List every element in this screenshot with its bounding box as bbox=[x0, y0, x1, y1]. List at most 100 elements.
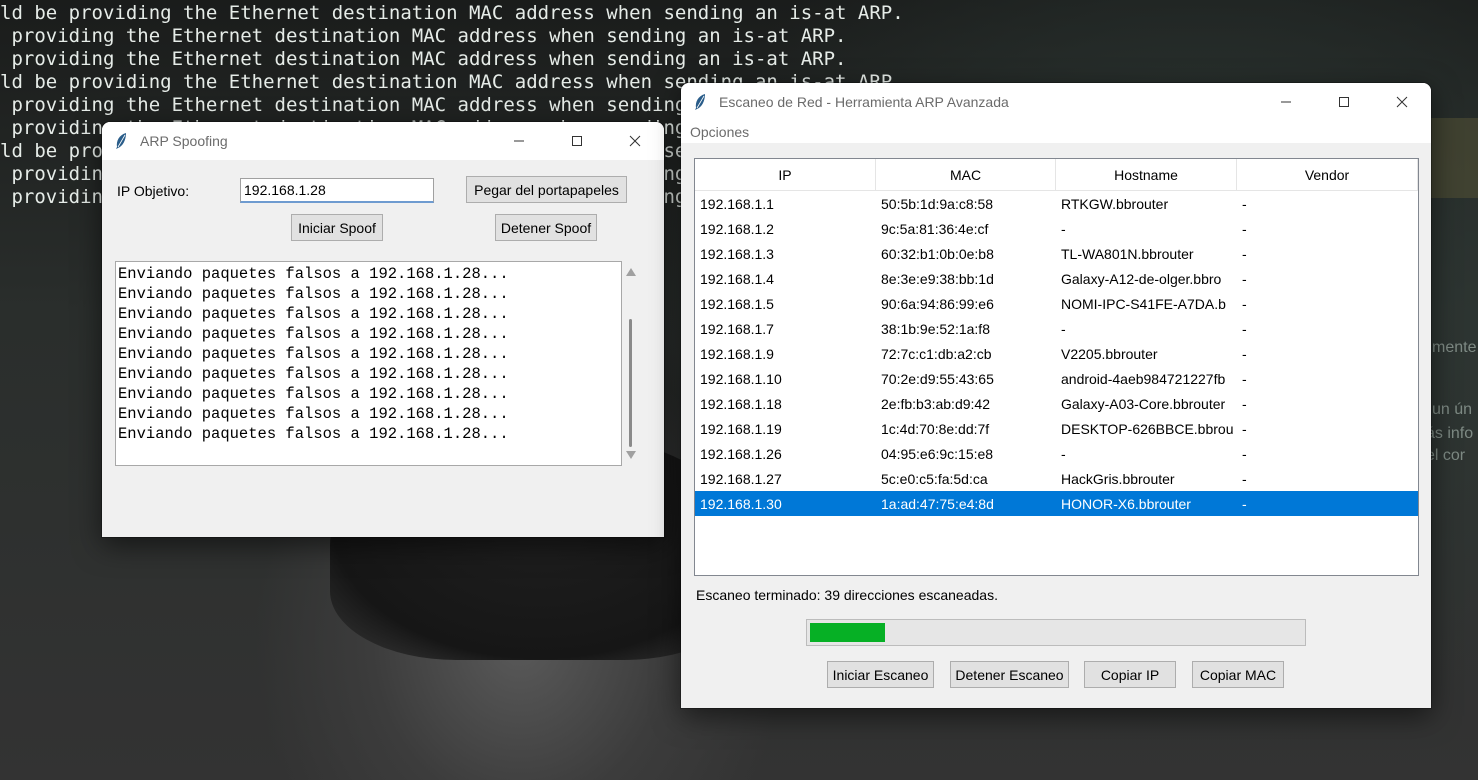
cell-mac: 50:5b:1d:9a:c8:58 bbox=[881, 195, 994, 212]
arp-spoofing-window: ARP Spoofing IP Objetivo: 192.168.1.28 P… bbox=[102, 122, 664, 537]
cell-vendor: - bbox=[1242, 445, 1247, 462]
column-header-vendor[interactable]: Vendor bbox=[1237, 159, 1418, 190]
log-scrollbar[interactable] bbox=[622, 261, 639, 466]
close-icon bbox=[1396, 96, 1408, 108]
close-button[interactable] bbox=[606, 122, 664, 160]
stop-spoof-button[interactable]: Detener Spoof bbox=[495, 214, 597, 241]
cell-ip: 192.168.1.30 bbox=[700, 495, 782, 512]
close-icon bbox=[629, 135, 641, 147]
cell-vendor: - bbox=[1242, 295, 1247, 312]
log-line: Enviando paquetes falsos a 192.168.1.28.… bbox=[118, 405, 509, 423]
log-line: Enviando paquetes falsos a 192.168.1.28.… bbox=[118, 325, 509, 343]
cell-vendor: - bbox=[1242, 320, 1247, 337]
scroll-thumb[interactable] bbox=[629, 319, 632, 447]
table-row-selected[interactable]: 192.168.1.30 1a:ad:47:75:e4:8d HONOR-X6.bb… bbox=[695, 491, 1418, 516]
cell-hostname: HackGris.bbrouter bbox=[1061, 470, 1175, 487]
menu-bar: Opciones bbox=[681, 121, 1431, 143]
cell-hostname: NOMI-IPC-S41FE-A7DA.b bbox=[1061, 295, 1226, 312]
scan-status: Escaneo terminado: 39 direcciones escane… bbox=[696, 587, 998, 603]
network-scanner-window: Escaneo de Red - Herramienta ARP Avanzad… bbox=[681, 83, 1431, 708]
cell-ip: 192.168.1.5 bbox=[700, 295, 774, 312]
maximize-icon bbox=[572, 136, 582, 146]
start-spoof-button[interactable]: Iniciar Spoof bbox=[291, 214, 383, 241]
table-row[interactable]: 192.168.1.7 38:1b:9e:52:1a:f8 - - bbox=[695, 316, 1418, 341]
target-ip-label: IP Objetivo: bbox=[117, 183, 190, 199]
title-bar[interactable]: Escaneo de Red - Herramienta ARP Avanzad… bbox=[681, 83, 1431, 121]
column-header-mac[interactable]: MAC bbox=[876, 159, 1056, 190]
scroll-up-icon[interactable] bbox=[626, 268, 636, 276]
background-text-fragment: el cor bbox=[1426, 447, 1466, 464]
log-line: Enviando paquetes falsos a 192.168.1.28.… bbox=[118, 305, 509, 323]
table-row[interactable]: 192.168.1.27 5c:e0:c5:fa:5d:ca HackGris.bb… bbox=[695, 466, 1418, 491]
copy-mac-button[interactable]: Copiar MAC bbox=[1192, 661, 1284, 688]
progress-fill bbox=[810, 623, 885, 642]
maximize-button[interactable] bbox=[1315, 83, 1373, 121]
log-line: Enviando paquetes falsos a 192.168.1.28.… bbox=[118, 285, 509, 303]
target-ip-input[interactable]: 192.168.1.28 bbox=[240, 178, 434, 203]
log-line: Enviando paquetes falsos a 192.168.1.28.… bbox=[118, 365, 509, 383]
window-title: Escaneo de Red - Herramienta ARP Avanzad… bbox=[719, 94, 1009, 110]
cell-ip: 192.168.1.9 bbox=[700, 345, 774, 362]
cell-hostname: - bbox=[1061, 320, 1066, 337]
table-row[interactable]: 192.168.1.1 50:5b:1d:9a:c8:58 RTKGW.bbrout… bbox=[695, 191, 1418, 216]
log-line: Enviando paquetes falsos a 192.168.1.28.… bbox=[118, 265, 509, 283]
copy-ip-button[interactable]: Copiar IP bbox=[1084, 661, 1176, 688]
table-row[interactable]: 192.168.1.19 1c:4d:70:8e:dd:7f DESKTOP-626… bbox=[695, 416, 1418, 441]
table-row[interactable]: 192.168.1.2 9c:5a:81:36:4e:cf - - bbox=[695, 216, 1418, 241]
cell-ip: 192.168.1.10 bbox=[700, 370, 782, 387]
cell-mac: 90:6a:94:86:99:e6 bbox=[881, 295, 994, 312]
background-text-fragment: ás info bbox=[1426, 425, 1474, 442]
cell-vendor: - bbox=[1242, 495, 1247, 512]
cell-hostname: HONOR-X6.bbrouter bbox=[1061, 495, 1191, 512]
table-row[interactable]: 192.168.1.26 04:95:e6:9c:15:e8 - - bbox=[695, 441, 1418, 466]
cell-mac: 70:2e:d9:55:43:65 bbox=[881, 370, 994, 387]
minimize-button[interactable] bbox=[1257, 83, 1315, 121]
column-header-hostname[interactable]: Hostname bbox=[1056, 159, 1237, 190]
cell-mac: 5c:e0:c5:fa:5d:ca bbox=[881, 470, 988, 487]
cell-ip: 192.168.1.2 bbox=[700, 220, 774, 237]
terminal-line: providing the Ethernet destination MAC a… bbox=[0, 48, 847, 70]
scroll-down-icon[interactable] bbox=[626, 451, 636, 459]
cell-vendor: - bbox=[1242, 470, 1247, 487]
cell-vendor: - bbox=[1242, 345, 1247, 362]
maximize-icon bbox=[1339, 97, 1349, 107]
table-row[interactable]: 192.168.1.18 2e:fb:b3:ab:d9:42 Galaxy-A03-… bbox=[695, 391, 1418, 416]
cell-vendor: - bbox=[1242, 420, 1247, 437]
background-text-fragment: mente bbox=[1432, 339, 1477, 356]
column-header-ip[interactable]: IP bbox=[695, 159, 876, 190]
log-line: Enviando paquetes falsos a 192.168.1.28.… bbox=[118, 385, 509, 403]
minimize-button[interactable] bbox=[490, 122, 548, 160]
cell-vendor: - bbox=[1242, 195, 1247, 212]
cell-vendor: - bbox=[1242, 395, 1247, 412]
table-row[interactable]: 192.168.1.3 60:32:b1:0b:0e:b8 TL-WA801N.bb… bbox=[695, 241, 1418, 266]
cell-mac: 9c:5a:81:36:4e:cf bbox=[881, 220, 989, 237]
cell-hostname: TL-WA801N.bbrouter bbox=[1061, 245, 1194, 262]
cell-ip: 192.168.1.7 bbox=[700, 320, 774, 337]
cell-ip: 192.168.1.27 bbox=[700, 470, 782, 487]
table-row[interactable]: 192.168.1.10 70:2e:d9:55:43:65 android-4ae… bbox=[695, 366, 1418, 391]
log-line: Enviando paquetes falsos a 192.168.1.28.… bbox=[118, 345, 509, 363]
cell-ip: 192.168.1.26 bbox=[700, 445, 782, 462]
table-body: 192.168.1.1 50:5b:1d:9a:c8:58 RTKGW.bbrout… bbox=[695, 191, 1418, 516]
maximize-button[interactable] bbox=[548, 122, 606, 160]
background-text-fragment: un ún bbox=[1432, 401, 1473, 418]
table-row[interactable]: 192.168.1.9 72:7c:c1:db:a2:cb V2205.bbrout… bbox=[695, 341, 1418, 366]
terminal-line: ld be providing the Ethernet destination… bbox=[0, 2, 904, 24]
paste-clipboard-button[interactable]: Pegar del portapapeles bbox=[466, 176, 627, 203]
close-button[interactable] bbox=[1373, 83, 1431, 121]
spoof-log[interactable]: Enviando paquetes falsos a 192.168.1.28.… bbox=[115, 261, 622, 466]
menu-opciones[interactable]: Opciones bbox=[690, 124, 749, 140]
table-row[interactable]: 192.168.1.5 90:6a:94:86:99:e6 NOMI-IPC-S41… bbox=[695, 291, 1418, 316]
start-scan-button[interactable]: Iniciar Escaneo bbox=[827, 661, 934, 688]
cell-ip: 192.168.1.4 bbox=[700, 270, 774, 287]
cell-vendor: - bbox=[1242, 270, 1247, 287]
table-row[interactable]: 192.168.1.4 8e:3e:e9:38:bb:1d Galaxy-A12-d… bbox=[695, 266, 1418, 291]
hosts-table[interactable]: IP MAC Hostname Vendor 192.168.1.1 50:5b:… bbox=[694, 158, 1419, 576]
cell-mac: 72:7c:c1:db:a2:cb bbox=[881, 345, 992, 362]
stop-scan-button[interactable]: Detener Escaneo bbox=[950, 661, 1069, 688]
title-bar[interactable]: ARP Spoofing bbox=[102, 122, 664, 160]
cell-hostname: android-4aeb984721227fb bbox=[1061, 370, 1226, 387]
cell-hostname: - bbox=[1061, 445, 1066, 462]
cell-ip: 192.168.1.3 bbox=[700, 245, 774, 262]
cell-mac: 60:32:b1:0b:0e:b8 bbox=[881, 245, 994, 262]
